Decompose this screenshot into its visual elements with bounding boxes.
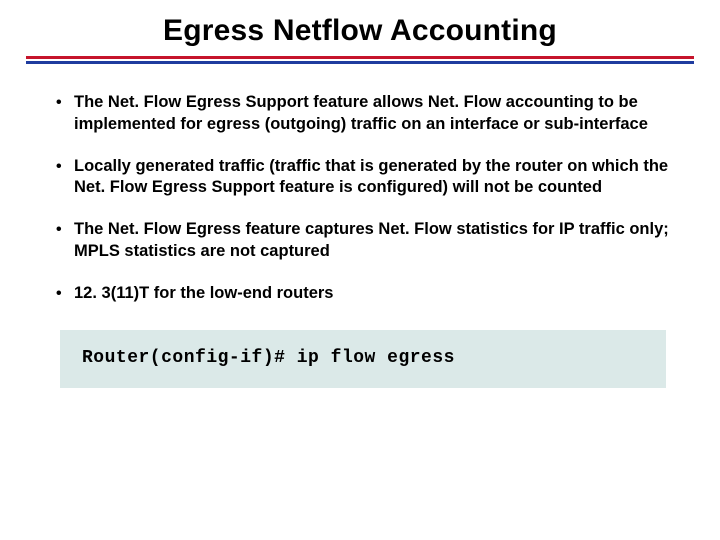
slide-content: The Net. Flow Egress Support feature all… — [36, 64, 684, 388]
slide: Egress Netflow Accounting The Net. Flow … — [0, 0, 720, 540]
bullet-list: The Net. Flow Egress Support feature all… — [52, 92, 674, 304]
bullet-item: The Net. Flow Egress Support feature all… — [52, 92, 674, 136]
bullet-item: Locally generated traffic (traffic that … — [52, 156, 674, 200]
code-block: Router(config-if)# ip flow egress — [60, 330, 666, 388]
divider-red — [26, 56, 694, 59]
bullet-item: The Net. Flow Egress feature captures Ne… — [52, 219, 674, 263]
slide-title: Egress Netflow Accounting — [36, 14, 684, 48]
bullet-item: 12. 3(11)T for the low-end routers — [52, 283, 674, 305]
